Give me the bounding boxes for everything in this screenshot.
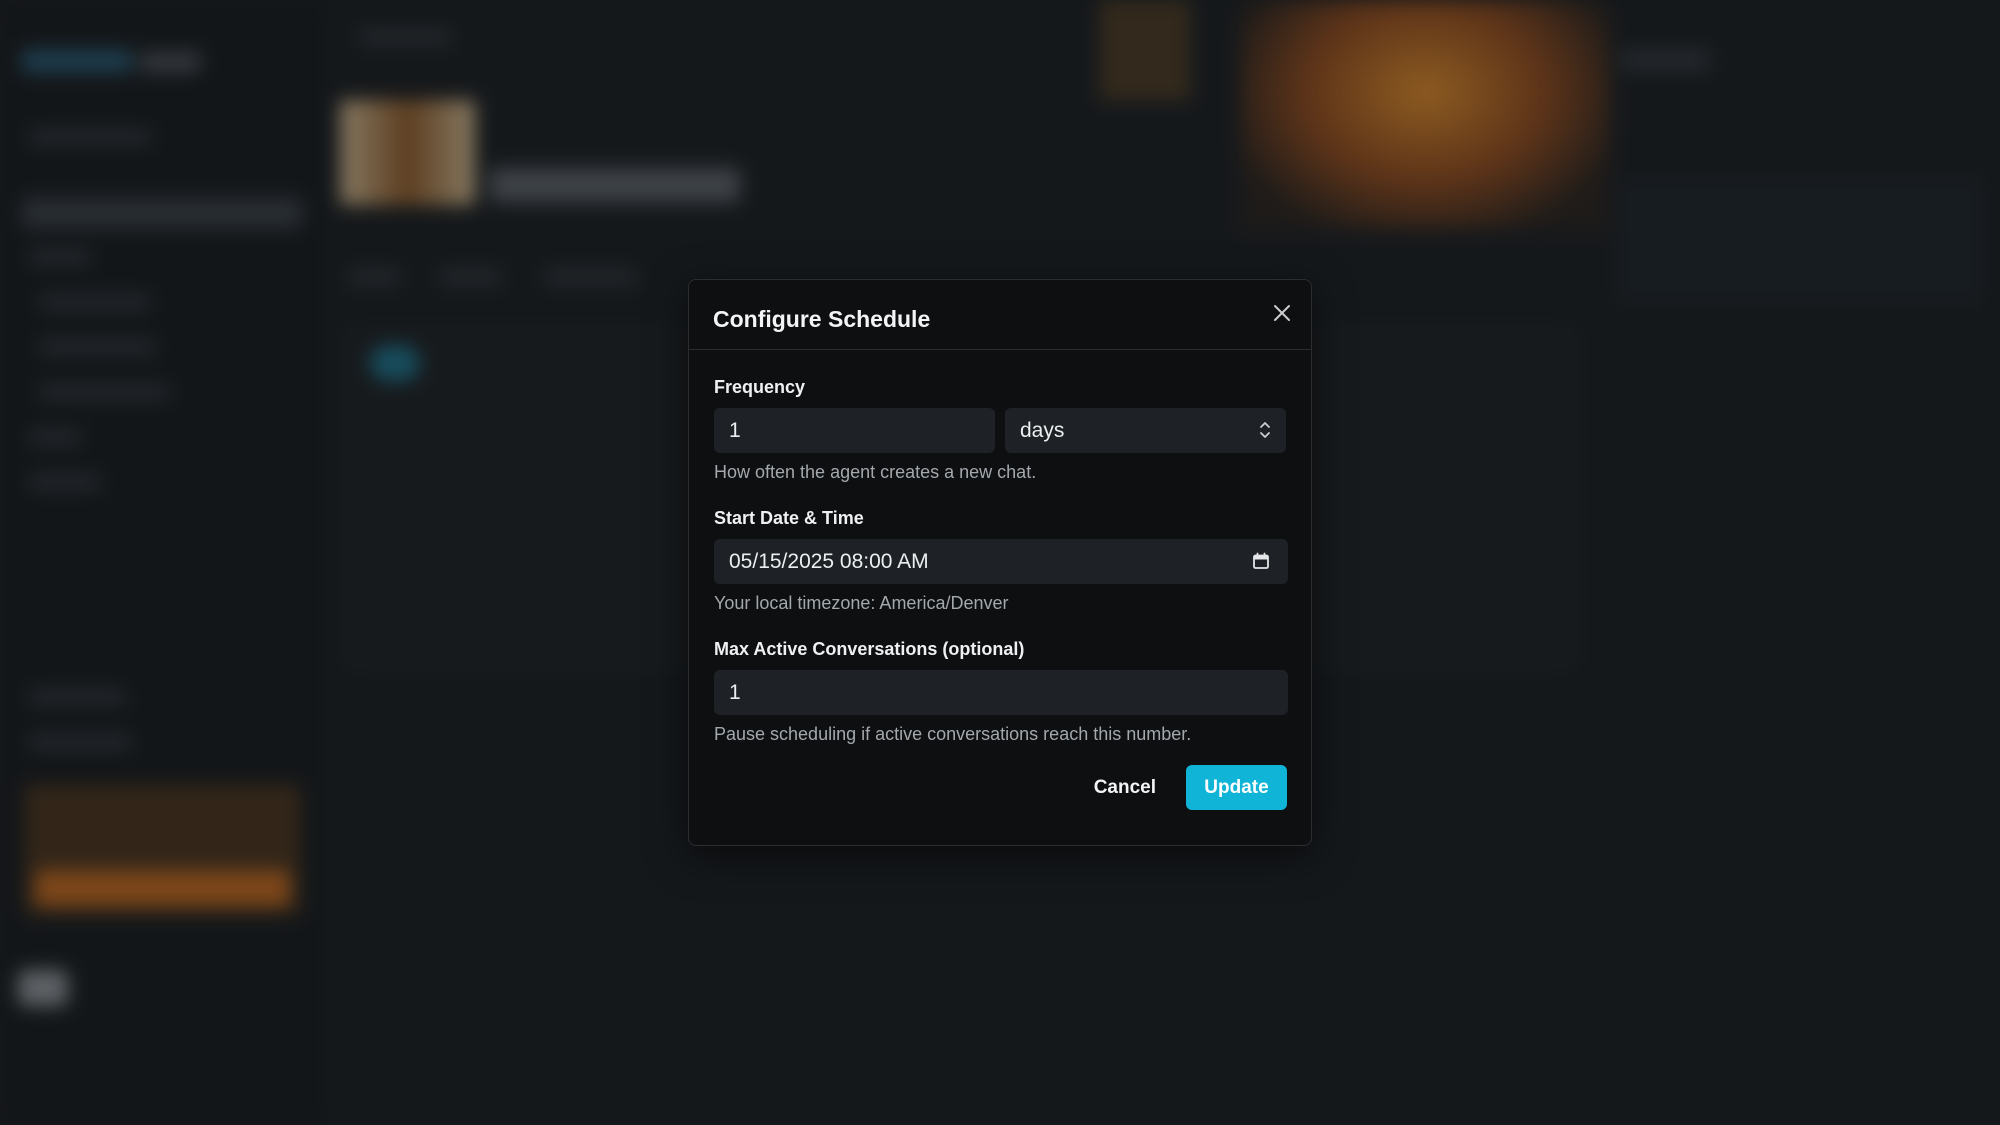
chevron-up-down-icon [1260, 422, 1270, 438]
cancel-button[interactable]: Cancel [1082, 767, 1168, 809]
max-active-group: Max Active Conversations (optional) 1 Pa… [714, 639, 1288, 745]
max-active-value: 1 [729, 680, 741, 704]
frequency-value: 1 [729, 418, 741, 442]
dialog-title: Configure Schedule [713, 306, 931, 332]
calendar-icon[interactable] [1252, 552, 1270, 570]
update-button[interactable]: Update [1186, 765, 1287, 810]
max-active-label: Max Active Conversations (optional) [714, 639, 1025, 659]
dialog-footer: Cancel Update [1082, 765, 1287, 810]
frequency-unit-select[interactable]: days [1005, 408, 1286, 453]
dialog-header: Configure Schedule [689, 280, 1311, 350]
configure-schedule-dialog: Configure Schedule Frequency 1 days How … [688, 279, 1312, 846]
frequency-group: Frequency 1 days How often the agent cre… [714, 377, 1286, 483]
frequency-unit-value: days [1020, 418, 1065, 442]
start-date-value: 05/15/2025 08:00 AM [729, 549, 929, 573]
max-active-hint: Pause scheduling if active conversations… [714, 724, 1192, 744]
close-icon [1274, 305, 1290, 321]
start-date-group: Start Date & Time 05/15/2025 08:00 AM Yo… [714, 508, 1288, 614]
dialog-body: Frequency 1 days How often the agent cre… [689, 350, 1311, 745]
frequency-hint: How often the agent creates a new chat. [714, 462, 1037, 482]
max-active-input[interactable]: 1 [714, 670, 1288, 715]
frequency-label: Frequency [714, 377, 806, 397]
frequency-row: 1 days [714, 408, 1286, 453]
close-button[interactable] [1269, 300, 1295, 326]
timezone-hint: Your local timezone: America/Denver [714, 593, 1009, 613]
start-date-input[interactable]: 05/15/2025 08:00 AM [714, 539, 1288, 584]
start-date-label: Start Date & Time [714, 508, 864, 528]
frequency-input[interactable]: 1 [714, 408, 995, 453]
